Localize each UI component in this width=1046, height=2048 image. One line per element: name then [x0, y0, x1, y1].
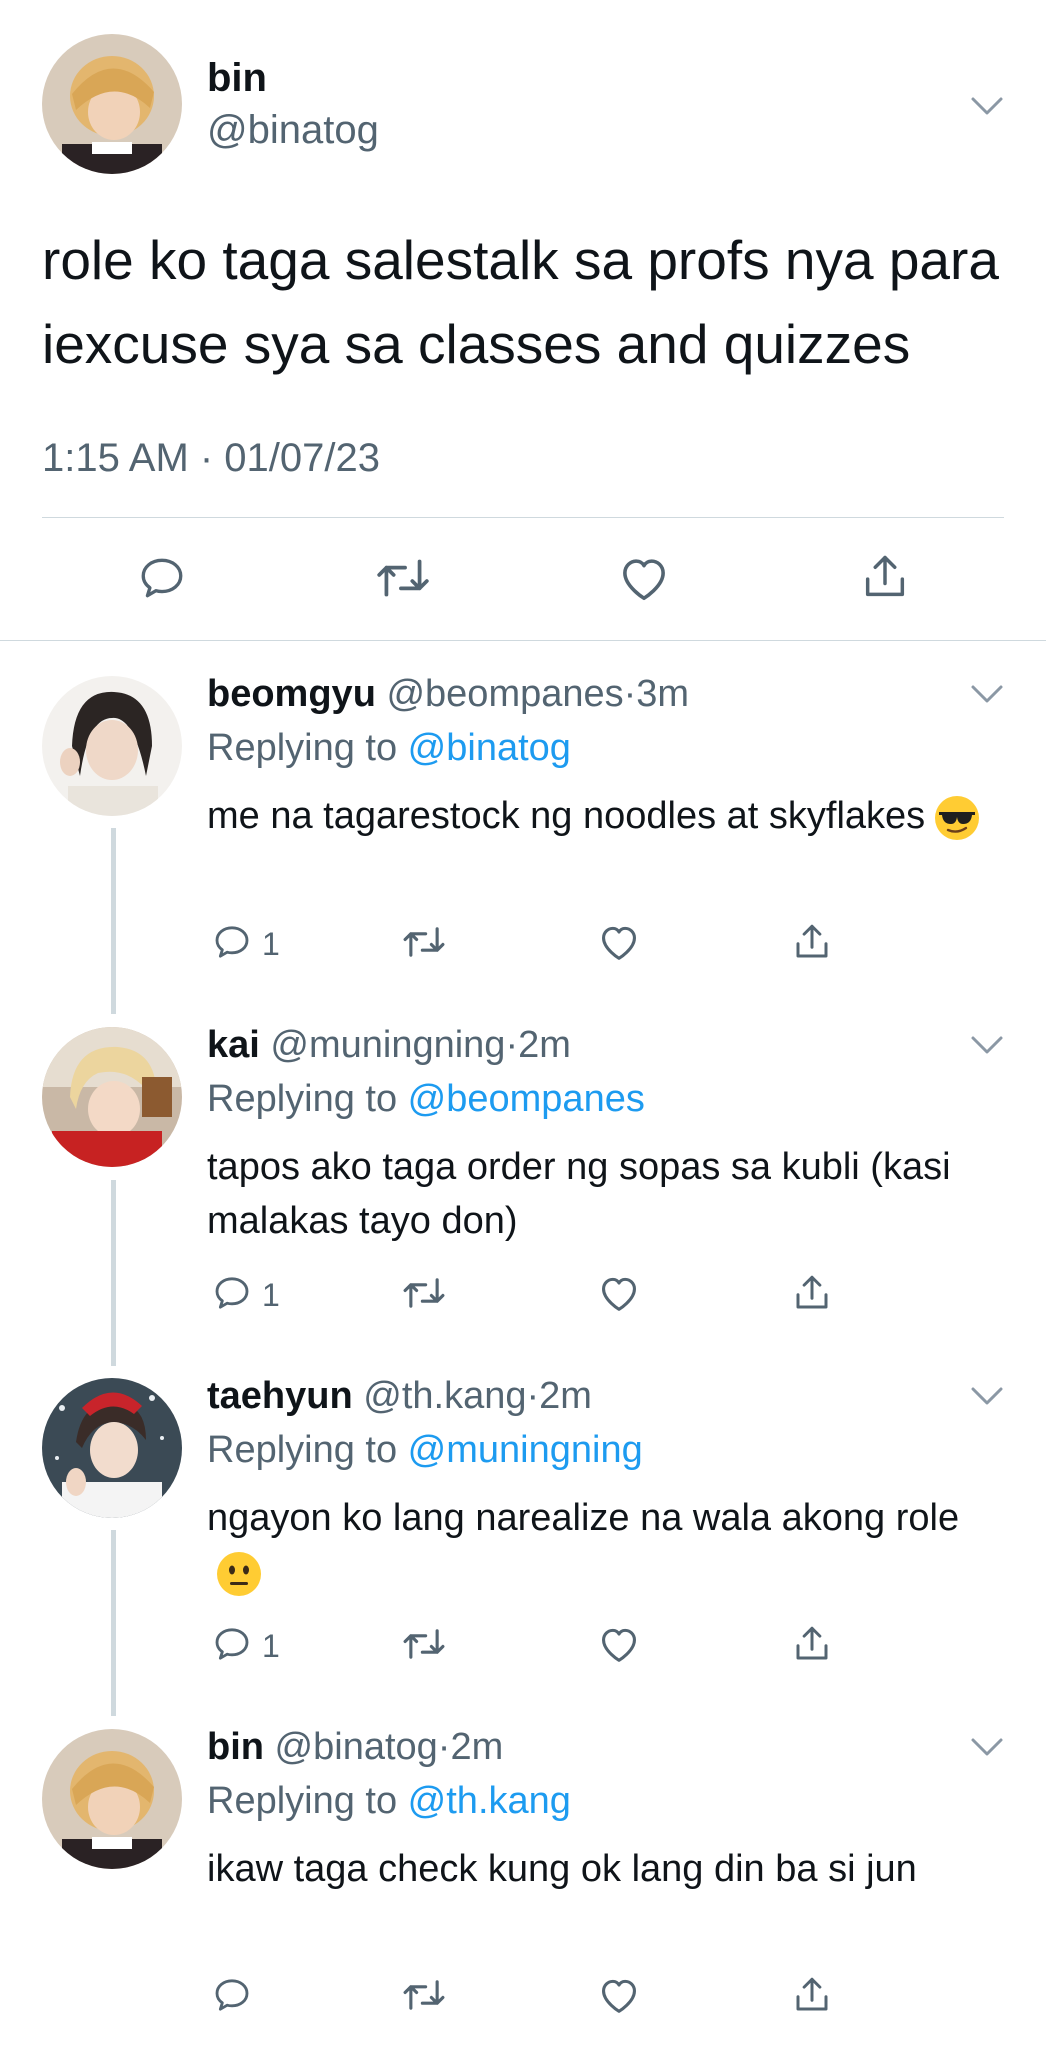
reply-text: ikaw taga check kung ok lang din ba si j…: [207, 1842, 997, 1896]
avatar-bin-image: [42, 34, 182, 174]
chevron-down-icon[interactable]: [970, 1736, 1004, 1758]
avatar-kai-image: [42, 1027, 182, 1167]
replying-to: Replying to @binatog: [207, 724, 571, 772]
avatar-beomgyu-image: [42, 676, 182, 816]
author-handle[interactable]: @binatog: [207, 104, 379, 156]
tweet-text: role ko taga salestalk sa profs nya para…: [42, 229, 999, 375]
reply-time[interactable]: 2m: [450, 1726, 503, 1768]
reply-author-name[interactable]: kai: [207, 1024, 260, 1066]
tweet-timestamp[interactable]: 1:15 AM · 01/07/23: [42, 432, 380, 484]
chevron-down-icon[interactable]: [970, 1034, 1004, 1056]
replying-to-link[interactable]: @beompanes: [408, 1078, 645, 1120]
separator: ·: [437, 1726, 451, 1768]
retweet-icon[interactable]: [374, 553, 432, 603]
reply-icon[interactable]: [212, 922, 252, 962]
reply-author-handle[interactable]: @th.kang: [363, 1375, 526, 1417]
heart-icon[interactable]: [617, 553, 671, 603]
reply-header: beomgyu @beompanes·3m: [207, 670, 689, 718]
reply-text-content: ikaw taga check kung ok lang din ba si j…: [207, 1848, 917, 1890]
thread-line: [111, 828, 116, 1014]
heart-icon[interactable]: [597, 1624, 641, 1664]
replying-prefix: Replying to: [207, 1078, 408, 1120]
reply-author-handle[interactable]: @muningning: [270, 1024, 505, 1066]
replying-to-link[interactable]: @th.kang: [408, 1780, 571, 1822]
replying-to: Replying to @beompanes: [207, 1075, 645, 1123]
reply-header: bin @binatog·2m: [207, 1723, 503, 1771]
reply-icon[interactable]: [212, 1273, 252, 1313]
chevron-down-icon[interactable]: [970, 1385, 1004, 1407]
author-name[interactable]: bin: [207, 52, 267, 104]
reply-icon[interactable]: [212, 1975, 252, 2015]
chevron-down-icon[interactable]: [970, 683, 1004, 705]
avatar[interactable]: [42, 1027, 182, 1167]
share-icon[interactable]: [859, 550, 911, 604]
separator: ·: [526, 1375, 540, 1417]
reply-text: tapos ako taga order ng sopas sa kubli (…: [207, 1140, 997, 1248]
retweet-icon[interactable]: [401, 922, 447, 962]
avatar-taehyun-image: [42, 1378, 182, 1518]
reply-text-content: tapos ako taga order ng sopas sa kubli (…: [207, 1146, 951, 1242]
share-icon[interactable]: [791, 1271, 833, 1315]
reply-count: 1: [262, 926, 280, 962]
reply-author-name[interactable]: beomgyu: [207, 673, 376, 715]
replying-to: Replying to @th.kang: [207, 1777, 571, 1825]
reply-author-name[interactable]: bin: [207, 1726, 264, 1768]
reply-author-name[interactable]: taehyun: [207, 1375, 353, 1417]
heart-icon[interactable]: [597, 1273, 641, 1313]
retweet-icon[interactable]: [401, 1624, 447, 1664]
reply-time[interactable]: 3m: [636, 673, 689, 715]
reply-author-handle[interactable]: @beompanes: [386, 673, 623, 715]
reply-text: ngayon ko lang narealize na wala akong r…: [207, 1491, 997, 1599]
reply-text-content: me na tagarestock ng noodles at skyflake…: [207, 795, 926, 837]
divider: [0, 640, 1046, 641]
divider: [42, 517, 1004, 518]
separator: ·: [623, 673, 637, 715]
reply-count: 1: [262, 1628, 280, 1664]
replying-to: Replying to @muningning: [207, 1426, 643, 1474]
reply-text: me na tagarestock ng noodles at skyflake…: [207, 789, 997, 843]
thread-line: [111, 1530, 116, 1716]
sunglasses-emoji-icon: [935, 795, 980, 840]
reply-count: 1: [262, 1277, 280, 1313]
reply-header: taehyun @th.kang·2m: [207, 1372, 592, 1420]
reply-author-handle[interactable]: @binatog: [275, 1726, 438, 1768]
heart-icon[interactable]: [597, 922, 641, 962]
reply-icon[interactable]: [212, 1624, 252, 1664]
reply-time[interactable]: 2m: [539, 1375, 592, 1417]
replying-to-link[interactable]: @muningning: [408, 1429, 643, 1471]
replying-prefix: Replying to: [207, 1780, 408, 1822]
avatar-bin-image: [42, 1729, 182, 1869]
retweet-icon[interactable]: [401, 1975, 447, 2015]
thread-line: [111, 1180, 116, 1366]
reply-text-content: ngayon ko lang narealize na wala akong r…: [207, 1497, 960, 1539]
avatar[interactable]: [42, 1729, 182, 1869]
share-icon[interactable]: [791, 920, 833, 964]
reply-icon[interactable]: [137, 553, 187, 603]
avatar[interactable]: [42, 34, 182, 174]
replying-to-link[interactable]: @binatog: [408, 727, 571, 769]
separator: ·: [505, 1024, 519, 1066]
avatar[interactable]: [42, 676, 182, 816]
avatar[interactable]: [42, 1378, 182, 1518]
retweet-icon[interactable]: [401, 1273, 447, 1313]
reply-time[interactable]: 2m: [518, 1024, 571, 1066]
neutral-face-emoji-icon: [217, 1551, 261, 1596]
share-icon[interactable]: [791, 1622, 833, 1666]
share-icon[interactable]: [791, 1973, 833, 2017]
heart-icon[interactable]: [597, 1975, 641, 2015]
reply-header: kai @muningning·2m: [207, 1021, 571, 1069]
replying-prefix: Replying to: [207, 727, 408, 769]
chevron-down-icon[interactable]: [970, 95, 1004, 117]
replying-prefix: Replying to: [207, 1429, 408, 1471]
